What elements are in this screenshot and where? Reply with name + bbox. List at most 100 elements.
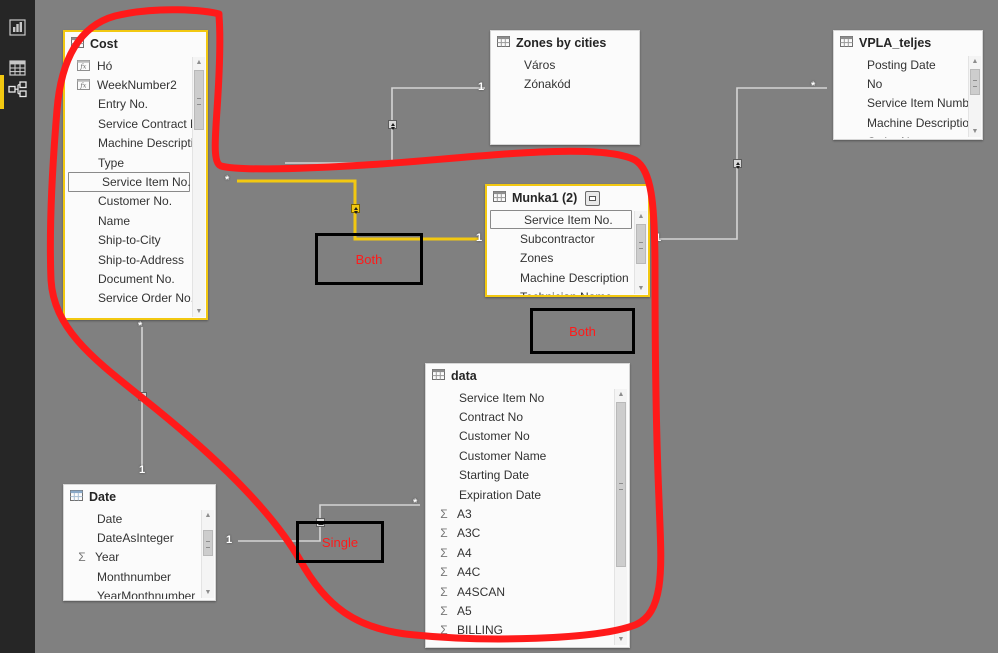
field-label: Hó [97,58,113,73]
table-card-data[interactable]: data Service Item No Contract No Custome… [425,363,630,648]
field-row[interactable]: Subcontractor [487,229,635,248]
field-row[interactable]: Machine Description [487,268,635,287]
field-row[interactable]: Customer Name [426,446,615,465]
field-row[interactable]: Város [491,55,638,74]
field-row[interactable]: Machine Description [834,113,969,132]
field-row[interactable]: fx WeekNumber2 [65,75,193,94]
scroll-up-icon[interactable]: ▲ [193,57,205,68]
table-card-date[interactable]: Date Date DateAsInteger Σ Year Monthnumbe… [63,484,216,601]
scroll-up-icon[interactable]: ▲ [202,510,214,521]
field-list-data[interactable]: Service Item No Contract No Customer No … [426,388,615,646]
scroll-down-icon[interactable]: ▼ [969,126,981,137]
field-row-selected-service-item-no[interactable]: Service Item No. [68,172,191,192]
field-row[interactable]: Customer No [426,427,615,446]
field-row[interactable]: Σ A3C [426,524,615,543]
table-card-zones-by-cities[interactable]: Zones by cities Város Zónakód [490,30,640,145]
field-row[interactable]: Customer No. [65,192,193,211]
rail-item-report[interactable] [0,10,35,50]
scroll-up-icon[interactable]: ▲ [969,56,981,67]
field-row-selected-service-item-no[interactable]: Service Item No. [490,210,632,230]
field-row[interactable]: Σ A5 [426,601,615,620]
field-row[interactable]: Contract No [426,407,615,426]
field-label: Ship-to-Address [98,252,185,267]
field-row[interactable]: Σ A4C [426,563,615,582]
relationship-line-zones-munka1[interactable] [285,87,485,164]
field-row[interactable]: Service Order No. [65,289,193,308]
field-row[interactable]: Ship-to-City [65,231,193,250]
field-row[interactable]: Name [65,211,193,230]
sigma-measure-icon: Σ [440,545,448,560]
table-header-data[interactable]: data [426,364,629,388]
table-header-date[interactable]: Date [64,485,215,509]
collapse-table-button[interactable] [585,190,601,206]
field-row[interactable]: Entry No. [65,95,193,114]
table-card-munka1-2[interactable]: Munka1 (2) Service Item No. Subcontracto… [485,184,650,297]
field-row[interactable]: Zónakód [491,74,638,93]
table-header-zones-by-cities[interactable]: Zones by cities [491,31,639,55]
field-row[interactable]: Technician Name [487,288,635,295]
field-row[interactable]: Σ Year [64,548,202,567]
scrollbar-thumb[interactable] [616,402,626,567]
field-list-date[interactable]: Date DateAsInteger Σ Year Monthnumber Yea… [64,509,202,599]
model-canvas[interactable]: * 1 1 1 * * 1 1 * Cost fx Hó fx WeekNumb… [35,0,998,653]
field-row[interactable]: Service Contract No. [65,114,193,133]
field-row[interactable]: Posting Date [834,55,969,74]
field-list-vpla-teljes[interactable]: Posting Date No Service Item Number Mach… [834,55,969,138]
field-row[interactable]: Service Item No [426,388,615,407]
crossfilter-marker-cost-munka1[interactable] [351,204,360,214]
table-header-munka1-2[interactable]: Munka1 (2) [487,186,648,210]
table-card-cost[interactable]: Cost fx Hó fx WeekNumber2 Entry No. Serv… [63,30,208,320]
crossfilter-marker-zones-munka1[interactable] [388,120,397,130]
field-row[interactable]: Expiration Date [426,485,615,504]
field-row[interactable]: Σ A4SCAN [426,582,615,601]
table-title-date: Date [89,490,117,504]
scroll-up-icon[interactable]: ▲ [615,389,627,400]
scrollbar-thumb[interactable] [970,69,980,95]
field-row[interactable]: Service Item Number [834,94,969,113]
scroll-down-icon[interactable]: ▼ [615,634,627,645]
scrollbar-data[interactable]: ▲ ▼ [614,389,627,645]
field-row[interactable]: DateAsInteger [64,528,202,547]
scrollbar-date[interactable]: ▲ ▼ [201,510,214,598]
table-header-cost[interactable]: Cost [65,32,206,56]
field-row[interactable]: Date [64,509,202,528]
sigma-measure-icon: Σ [440,603,448,618]
field-row[interactable]: Monthnumber [64,567,202,586]
field-row[interactable]: Machine Description [65,134,193,153]
field-row[interactable]: fx Hó [65,56,193,75]
cardinality-date-one: 1 [139,464,146,476]
field-row[interactable]: Document No. [65,269,193,288]
field-row[interactable]: Zones [487,249,635,268]
field-row[interactable]: Ship-to-Address [65,250,193,269]
table-card-vpla-teljes[interactable]: VPLA_teljes Posting Date No Service Item… [833,30,983,140]
field-row[interactable]: YearMonthnumber [64,587,202,599]
field-row[interactable]: Σ A3 [426,504,615,523]
scrollbar-thumb[interactable] [636,224,646,264]
annotation-box-both-cost-munka1: Both [315,233,423,285]
field-row[interactable]: Σ A4 [426,543,615,562]
scrollbar-munka1-2[interactable]: ▲ ▼ [634,211,647,294]
field-row[interactable]: Order No. [834,133,969,138]
field-row[interactable]: No [834,74,969,93]
scrollbar-vpla-teljes[interactable]: ▲ ▼ [968,56,981,137]
field-row[interactable]: Σ BILLING [426,621,615,640]
svg-text:fx: fx [79,62,86,70]
table-header-vpla-teljes[interactable]: VPLA_teljes [834,31,982,55]
scroll-up-icon[interactable]: ▲ [635,211,647,222]
field-row[interactable]: Starting Date [426,466,615,485]
field-list-munka1-2[interactable]: Service Item No. Subcontractor Zones Mac… [487,210,635,295]
cardinality-zones-one: 1 [478,81,485,93]
field-list-zones-by-cities[interactable]: Város Zónakód [491,55,638,143]
crossfilter-marker-cost-date[interactable] [138,392,147,402]
scroll-down-icon[interactable]: ▼ [202,587,214,598]
field-row[interactable]: Type [65,153,193,172]
crossfilter-marker-munka1-vpla[interactable] [733,159,742,169]
scrollbar-thumb[interactable] [194,70,204,130]
scroll-down-icon[interactable]: ▼ [193,306,205,317]
field-list-cost[interactable]: fx Hó fx WeekNumber2 Entry No. Service C… [65,56,193,318]
scrollbar-thumb[interactable] [203,530,213,556]
table-icon [840,34,853,52]
rail-item-model[interactable] [0,72,35,112]
scroll-down-icon[interactable]: ▼ [635,283,647,294]
scrollbar-cost[interactable]: ▲ ▼ [192,57,205,317]
